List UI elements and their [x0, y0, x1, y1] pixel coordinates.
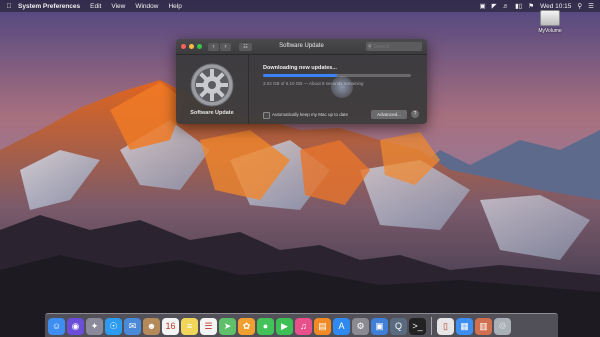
menu-app-name[interactable]: System Preferences	[18, 3, 80, 10]
battery-icon[interactable]: ▮▯	[515, 2, 522, 10]
advanced-button[interactable]: Advanced...	[371, 110, 407, 119]
desktop:  System Preferences Edit View Window He…	[0, 0, 600, 337]
cursor-highlight	[331, 76, 353, 98]
apple-menu-icon[interactable]: 	[0, 3, 18, 10]
menu-view[interactable]: View	[111, 3, 125, 10]
input-flag-icon[interactable]: ⚑	[528, 2, 534, 10]
finder-icon[interactable]: ☺	[48, 317, 65, 335]
drive-label: MyVolume	[538, 28, 562, 34]
pane-label: Software Update	[190, 110, 234, 116]
close-button[interactable]	[181, 44, 186, 49]
notification-center-icon[interactable]: ☰	[588, 2, 594, 10]
spotlight-icon[interactable]: ⚲	[577, 2, 582, 10]
menu-edit[interactable]: Edit	[90, 3, 101, 10]
trash-icon[interactable]: ♲	[494, 317, 511, 335]
software-update-window: ‹ › ☷ Software Update ⚲ Search Software …	[176, 39, 427, 124]
app-store-icon[interactable]: A	[333, 317, 350, 335]
download-progress-fill	[263, 74, 337, 77]
download-status: Downloading new updates...	[263, 65, 337, 71]
chevron-left-icon: ‹	[212, 43, 215, 50]
dock-separator	[431, 317, 432, 335]
auto-update-checkbox[interactable]	[263, 112, 270, 119]
messages-icon[interactable]: ●	[257, 317, 274, 335]
volume-icon[interactable]: ♬	[503, 3, 510, 10]
menu-bar:  System Preferences Edit View Window He…	[0, 0, 600, 12]
wifi-icon[interactable]: ◤	[492, 2, 497, 10]
help-button[interactable]: ?	[411, 110, 419, 118]
grid-icon: ☷	[243, 43, 248, 50]
itunes-icon[interactable]: ♫	[295, 317, 312, 335]
menu-clock[interactable]: Wed 10:15	[540, 3, 571, 10]
notes-icon[interactable]: ≡	[181, 317, 198, 335]
options-row: Automatically keep my Mac up to date Adv…	[263, 110, 423, 120]
system-preferences-icon[interactable]: ⚙	[352, 317, 369, 335]
calendar-icon[interactable]: 16	[162, 317, 179, 335]
menu-help[interactable]: Help	[168, 3, 181, 10]
search-field[interactable]: ⚲	[366, 42, 422, 51]
mail-icon[interactable]: ✉	[124, 317, 141, 335]
hard-drive-icon	[540, 10, 560, 26]
reminders-icon[interactable]: ☰	[200, 317, 217, 335]
launchpad-icon[interactable]: ✦	[86, 317, 103, 335]
siri-icon[interactable]: ◉	[67, 317, 84, 335]
dock: ☺ ◉ ✦ ☉ ✉ ☻ 16 ≡ ☰ ➤ ✿ ● ▶ ♫ ▤ A ⚙ ▣ Q >_ ▯ ▦ ▥ ♲	[45, 313, 558, 337]
maps-icon[interactable]: ➤	[219, 317, 236, 335]
traffic-lights	[181, 44, 202, 49]
menu-window[interactable]: Window	[135, 3, 158, 10]
quicktime-icon[interactable]: Q	[390, 317, 407, 335]
downloads-stack-icon[interactable]: ▦	[456, 317, 473, 335]
gear-icon	[190, 63, 234, 107]
window-titlebar[interactable]: ‹ › ☷ Software Update ⚲	[176, 39, 427, 55]
show-all-button[interactable]: ☷	[239, 42, 252, 51]
zoom-button[interactable]	[197, 44, 202, 49]
contacts-icon[interactable]: ☻	[143, 317, 160, 335]
keynote-icon[interactable]: ▣	[371, 317, 388, 335]
terminal-icon[interactable]: >_	[409, 317, 426, 335]
ibooks-icon[interactable]: ▤	[314, 317, 331, 335]
image-stack-icon[interactable]: ▥	[475, 317, 492, 335]
window-content: Software Update Downloading new updates.…	[176, 55, 427, 124]
auto-update-label[interactable]: Automatically keep my Mac up to date	[272, 112, 348, 117]
airplay-icon[interactable]: ▣	[479, 2, 485, 10]
facetime-icon[interactable]: ▶	[276, 317, 293, 335]
forward-button[interactable]: ›	[220, 42, 231, 51]
photos-icon[interactable]: ✿	[238, 317, 255, 335]
safari-icon[interactable]: ☉	[105, 317, 122, 335]
minimize-button[interactable]	[189, 44, 194, 49]
search-input[interactable]	[371, 43, 418, 50]
desktop-drive[interactable]: MyVolume	[532, 10, 568, 34]
back-button[interactable]: ‹	[208, 42, 219, 51]
software-update-pane: Software Update	[176, 55, 249, 124]
document-icon[interactable]: ▯	[437, 317, 454, 335]
chevron-right-icon: ›	[224, 43, 227, 50]
